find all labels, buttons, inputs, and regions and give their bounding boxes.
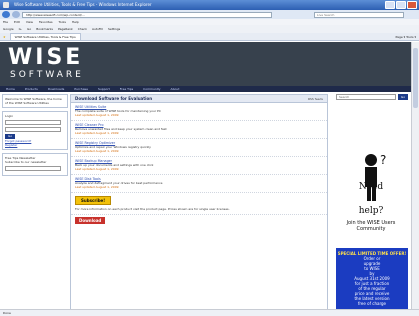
site-logo[interactable]: WISE (8, 46, 83, 70)
footer-note: For more information on each product vis… (71, 205, 327, 215)
web-search-input[interactable]: Live Search (314, 11, 404, 18)
list-item: WISE Backup Manager Back up your documen… (71, 157, 327, 175)
special-offer-line: free of charge (357, 301, 387, 306)
download-button[interactable]: Download (75, 217, 106, 224)
page-tools-menu[interactable]: Page ▾ Tools ▾ (395, 33, 416, 40)
forward-button[interactable] (12, 11, 20, 18)
google-go-button[interactable]: Go (27, 25, 31, 33)
list-item: WISE Cleaner Pro Remove unwanted files a… (71, 121, 327, 139)
google-bookmarks-button[interactable]: Bookmarks (36, 25, 53, 33)
nav-products[interactable]: Products (25, 86, 38, 92)
site-nav: Home Products Downloads Purchase Support… (0, 86, 411, 92)
entry-meta: Last updated August 1, 2009 (75, 113, 119, 117)
main-heading-text: Download Software for Evaluation (75, 96, 153, 101)
main-content: Download Software for Evaluation RSS fee… (70, 94, 328, 316)
nav-free-tips[interactable]: Free Tips (120, 86, 133, 92)
rss-link[interactable]: RSS feeds (308, 95, 323, 103)
favorites-star-icon[interactable]: ★ (3, 35, 6, 39)
list-item: WISE Utilities Suite The complete suite … (71, 103, 327, 121)
google-settings-button[interactable]: Settings (108, 25, 120, 33)
google-pagerank: PageRank (57, 27, 73, 31)
welcome-text: Welcome to WISE Software, the home of th… (5, 97, 62, 105)
list-item: WISE Disk Tools Analyze and defragment y… (71, 175, 327, 193)
status-text: Done (3, 311, 11, 315)
newsletter-text: Subscribe to our newsletter (5, 160, 47, 164)
tab-bar: ★ WISE Software Utilities, Tools & Free … (0, 33, 419, 41)
address-bar: http://www.wisesoft.com/wp-content/... L… (0, 10, 419, 19)
entry-meta: Last updated August 1, 2009 (75, 131, 119, 135)
site-search-input[interactable]: Search (336, 94, 396, 100)
minimize-button[interactable] (385, 1, 395, 9)
footer-note-text: For more information on each product vis… (75, 207, 230, 211)
url-field[interactable]: http://www.wisesoft.com/wp-content/... (22, 11, 272, 18)
nav-community[interactable]: Community (143, 86, 160, 92)
special-offer-box[interactable]: SPECIAL LIMITED TIME OFFER! Order or upg… (336, 248, 408, 316)
google-logo: Google (3, 27, 14, 31)
tab-active[interactable]: WISE Software Utilities, Tools & Free Ti… (9, 33, 81, 40)
entry-meta: Last updated August 1, 2009 (75, 149, 119, 153)
nav-home[interactable]: Home (6, 86, 15, 92)
register-link[interactable]: Register (5, 143, 65, 147)
maximize-button[interactable] (396, 1, 406, 9)
window-controls (385, 1, 417, 9)
window-titlebar: Wise Software Utilities, Tools & Free Ti… (0, 0, 419, 10)
web-page: WISE SOFTWARE Home Products Downloads Pu… (0, 42, 411, 316)
site-search-go-button[interactable]: Go (398, 94, 408, 100)
nav-about[interactable]: About (171, 86, 180, 92)
password-field[interactable] (5, 127, 61, 132)
google-menu-button[interactable]: G- (19, 25, 22, 33)
google-toolbar: Google G- Go Bookmarks PageRank Check Au… (0, 25, 419, 33)
subscribe-button[interactable]: Subscribe! (75, 196, 112, 205)
nav-purchase[interactable]: Purchase (74, 86, 88, 92)
help-promo[interactable]: ? Need help? Join the WISE Users Communi… (334, 152, 408, 244)
login-label: Login (5, 114, 14, 118)
browser-icon (3, 2, 9, 8)
nav-downloads[interactable]: Downloads (48, 86, 64, 92)
status-bar: Done (0, 309, 419, 316)
welcome-box: Welcome to WISE Software, the home of th… (2, 94, 68, 108)
newsletter-email-field[interactable] (5, 166, 61, 171)
svg-text:?: ? (380, 153, 386, 167)
question-man-icon: ? (365, 153, 386, 201)
google-check-button[interactable]: Check (78, 25, 87, 33)
join-community-link[interactable]: Join the WISE Users Community (334, 220, 408, 232)
login-box: Login Go Forgot password? Register (2, 111, 68, 150)
list-item: WISE Registry Optimizer Optimize and rep… (71, 139, 327, 157)
newsletter-box: Free Tips Newsletter Subscribe to our ne… (2, 153, 68, 176)
scrollbar-thumb[interactable] (413, 48, 418, 108)
window-title: Wise Software Utilities, Tools & Free Ti… (14, 2, 152, 7)
site-logo-subtitle: SOFTWARE (10, 70, 84, 80)
entry-meta: Last updated August 1, 2009 (75, 167, 119, 171)
site-banner: WISE SOFTWARE (0, 42, 411, 86)
username-field[interactable] (5, 120, 61, 125)
back-button[interactable] (2, 11, 10, 18)
left-column: Welcome to WISE Software, the home of th… (2, 94, 68, 316)
google-autofill-button[interactable]: AutoFill (92, 25, 103, 33)
close-button[interactable] (407, 1, 417, 9)
main-heading: Download Software for Evaluation RSS fee… (71, 95, 327, 103)
vertical-scrollbar[interactable] (411, 42, 419, 316)
entry-meta: Last updated August 1, 2009 (75, 185, 119, 189)
nav-support[interactable]: Support (98, 86, 110, 92)
